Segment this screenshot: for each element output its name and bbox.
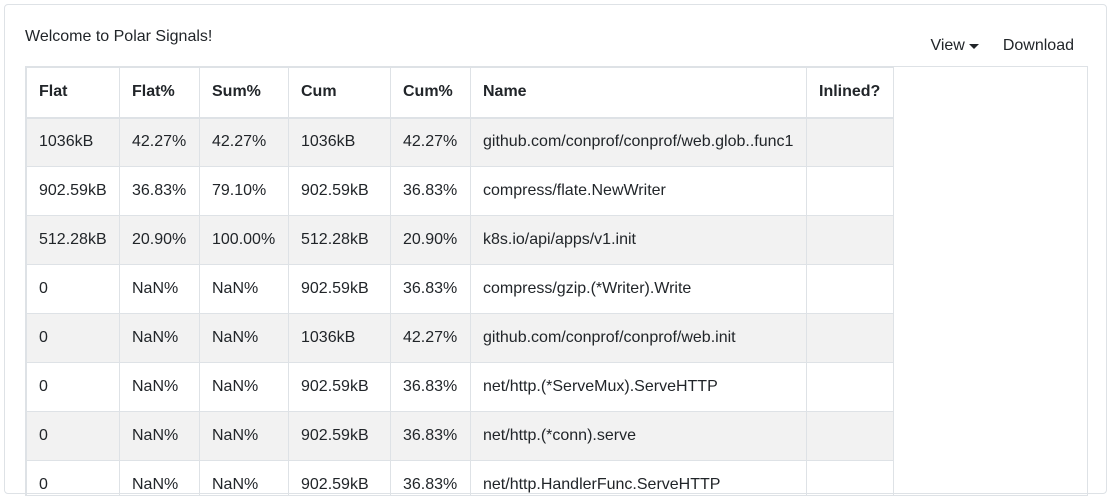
cell-cum: 902.59kB (289, 167, 391, 216)
cell-cum-percent: 36.83% (391, 265, 471, 314)
column-header-sum-percent[interactable]: Sum% (200, 68, 289, 118)
table-header-row: Flat Flat% Sum% Cum Cum% Name Inlined? (27, 68, 894, 118)
cell-flat-percent: NaN% (120, 412, 200, 461)
cell-inlined (807, 314, 894, 363)
cell-cum-percent: 36.83% (391, 363, 471, 412)
caret-down-icon (969, 44, 979, 49)
cell-cum: 1036kB (289, 118, 391, 167)
download-button[interactable]: Download (991, 33, 1086, 59)
column-header-cum-percent[interactable]: Cum% (391, 68, 471, 118)
cell-cum-percent: 20.90% (391, 216, 471, 265)
cell-cum: 902.59kB (289, 265, 391, 314)
cell-cum-percent: 36.83% (391, 167, 471, 216)
table-row[interactable]: 0NaN%NaN%902.59kB36.83%net/http.(*ServeM… (27, 363, 894, 412)
cell-sum-percent: NaN% (200, 363, 289, 412)
cell-cum-percent: 36.83% (391, 412, 471, 461)
cell-sum-percent: NaN% (200, 461, 289, 496)
column-header-inlined[interactable]: Inlined? (807, 68, 894, 118)
cell-flat-percent: NaN% (120, 314, 200, 363)
cell-name: k8s.io/api/apps/v1.init (471, 216, 807, 265)
table-row[interactable]: 0NaN%NaN%902.59kB36.83%net/http.(*conn).… (27, 412, 894, 461)
table-row[interactable]: 902.59kB36.83%79.10%902.59kB36.83%compre… (27, 167, 894, 216)
table-container[interactable]: Flat Flat% Sum% Cum Cum% Name Inlined? 1… (25, 66, 1088, 496)
column-header-cum[interactable]: Cum (289, 68, 391, 118)
cell-inlined (807, 265, 894, 314)
cell-name: net/http.HandlerFunc.ServeHTTP (471, 461, 807, 496)
cell-name: github.com/conprof/conprof/web.glob..fun… (471, 118, 807, 167)
table-row[interactable]: 1036kB42.27%42.27%1036kB42.27%github.com… (27, 118, 894, 167)
welcome-text: Welcome to Polar Signals! (25, 27, 212, 47)
cell-flat: 902.59kB (27, 167, 120, 216)
cell-cum: 902.59kB (289, 363, 391, 412)
cell-flat-percent: NaN% (120, 363, 200, 412)
cell-name: net/http.(*ServeMux).ServeHTTP (471, 363, 807, 412)
cell-sum-percent: 100.00% (200, 216, 289, 265)
column-header-flat-percent[interactable]: Flat% (120, 68, 200, 118)
cell-inlined (807, 167, 894, 216)
cell-inlined (807, 412, 894, 461)
cell-sum-percent: NaN% (200, 412, 289, 461)
cell-flat-percent: 42.27% (120, 118, 200, 167)
cell-cum-percent: 42.27% (391, 314, 471, 363)
cell-flat-percent: 36.83% (120, 167, 200, 216)
cell-flat: 0 (27, 363, 120, 412)
view-dropdown-button[interactable]: View (918, 33, 990, 59)
cell-sum-percent: NaN% (200, 265, 289, 314)
cell-sum-percent: NaN% (200, 314, 289, 363)
cell-flat-percent: NaN% (120, 265, 200, 314)
cell-inlined (807, 461, 894, 496)
cell-inlined (807, 216, 894, 265)
main-card: Welcome to Polar Signals! View Download … (4, 4, 1107, 494)
cell-name: net/http.(*conn).serve (471, 412, 807, 461)
download-label: Download (1003, 35, 1074, 57)
cell-cum-percent: 36.83% (391, 461, 471, 496)
cell-flat: 0 (27, 314, 120, 363)
cell-flat: 0 (27, 461, 120, 496)
cell-flat-percent: 20.90% (120, 216, 200, 265)
cell-cum: 902.59kB (289, 461, 391, 496)
profile-table: Flat Flat% Sum% Cum Cum% Name Inlined? 1… (26, 67, 894, 496)
cell-flat: 1036kB (27, 118, 120, 167)
cell-name: compress/flate.NewWriter (471, 167, 807, 216)
cell-cum: 902.59kB (289, 412, 391, 461)
table-row[interactable]: 0NaN%NaN%902.59kB36.83%net/http.HandlerF… (27, 461, 894, 496)
table-row[interactable]: 0NaN%NaN%902.59kB36.83%compress/gzip.(*W… (27, 265, 894, 314)
cell-cum: 512.28kB (289, 216, 391, 265)
column-header-flat[interactable]: Flat (27, 68, 120, 118)
table-row[interactable]: 0NaN%NaN%1036kB42.27%github.com/conprof/… (27, 314, 894, 363)
cell-flat-percent: NaN% (120, 461, 200, 496)
toolbar: View Download (918, 33, 1086, 59)
cell-inlined (807, 363, 894, 412)
column-header-name[interactable]: Name (471, 68, 807, 118)
cell-flat: 0 (27, 265, 120, 314)
table-row[interactable]: 512.28kB20.90%100.00%512.28kB20.90%k8s.i… (27, 216, 894, 265)
cell-sum-percent: 79.10% (200, 167, 289, 216)
cell-flat: 0 (27, 412, 120, 461)
cell-flat: 512.28kB (27, 216, 120, 265)
cell-name: github.com/conprof/conprof/web.init (471, 314, 807, 363)
table-body: 1036kB42.27%42.27%1036kB42.27%github.com… (27, 118, 894, 496)
cell-cum: 1036kB (289, 314, 391, 363)
cell-inlined (807, 118, 894, 167)
view-label: View (930, 35, 964, 57)
cell-name: compress/gzip.(*Writer).Write (471, 265, 807, 314)
cell-cum-percent: 42.27% (391, 118, 471, 167)
cell-sum-percent: 42.27% (200, 118, 289, 167)
